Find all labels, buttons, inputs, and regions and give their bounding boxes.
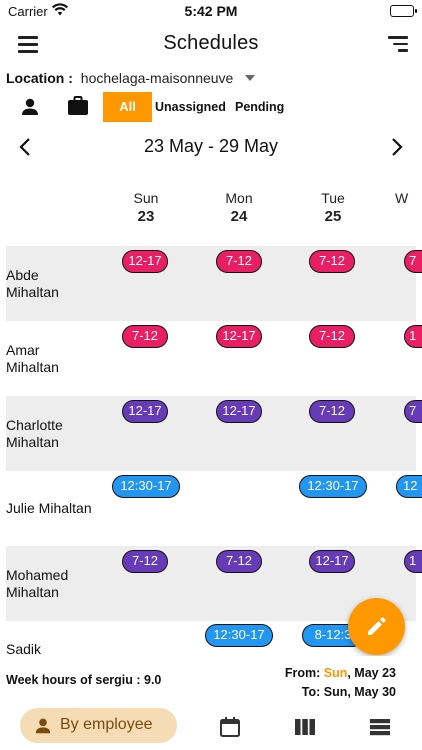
day-header: Tue 25 [303, 190, 363, 225]
person-icon [35, 718, 51, 734]
to-date: To: Sun, May 30 [301, 685, 396, 699]
from-date: From: Sun, May 23 [284, 666, 396, 680]
location-value[interactable]: hochelaga-maisonneuve [81, 70, 234, 86]
shift-chip[interactable]: 7 [404, 250, 422, 273]
shift-chip[interactable]: 12-17 [122, 250, 168, 273]
filter-pending-button[interactable]: Pending [235, 100, 284, 114]
employee-row: Julie Mihaltan 12:30-17 12:30-17 12 [6, 471, 422, 546]
app-bar: Schedules [0, 26, 422, 64]
employee-name[interactable]: Amar Mihaltan [6, 321, 106, 396]
day-number: 25 [324, 208, 342, 225]
employee-row: Abde Mihaltan 12-17 7-12 7-12 7 [6, 246, 422, 321]
shift-chip[interactable]: 7-12 [122, 325, 168, 348]
week-range: 23 May - 29 May [143, 136, 279, 156]
employee-name[interactable]: Julie Mihaltan [6, 471, 106, 546]
shift-chip[interactable]: 7-12 [216, 250, 262, 273]
day-number: 23 [137, 208, 155, 225]
day-name: Sun [133, 190, 159, 206]
sort-icon[interactable] [386, 36, 408, 52]
by-employee-button[interactable]: By employee [20, 708, 177, 743]
shift-chip[interactable]: 7-12 [309, 400, 355, 423]
columns-icon[interactable] [294, 718, 316, 741]
shift-chip[interactable]: 12:30-17 [299, 475, 367, 498]
by-employee-label: By employee [60, 716, 153, 733]
shift-chip[interactable]: 7-12 [216, 550, 262, 573]
filter-bar: All Unassigned Pending [0, 92, 422, 122]
employee-row: Amar Mihaltan 7-12 12-17 7-12 1 [6, 321, 422, 396]
day-header: Mon 24 [209, 190, 269, 225]
employee-name[interactable]: Abde Mihaltan [6, 246, 106, 321]
employee-name[interactable]: Charlotte Mihaltan [6, 396, 106, 471]
clock: 5:42 PM [184, 3, 238, 19]
pencil-icon [368, 617, 386, 635]
shift-chip[interactable]: 12-17 [216, 400, 262, 423]
day-name: Mon [225, 190, 253, 206]
day-header: W [395, 190, 422, 206]
shift-chip[interactable]: 7-12 [309, 250, 355, 273]
briefcase-icon[interactable] [67, 96, 89, 116]
edit-fab-button[interactable] [348, 598, 405, 655]
bottom-nav: By employee [0, 706, 422, 750]
employee-name[interactable]: Sadik [6, 639, 106, 657]
shift-chip[interactable]: 12:30-17 [112, 475, 180, 498]
dropdown-caret-icon[interactable] [245, 75, 256, 81]
week-hours: Week hours of sergiu : 9.0 [6, 673, 162, 687]
shift-chip[interactable]: 7-12 [309, 325, 355, 348]
shift-chip[interactable]: 12:30-17 [205, 624, 273, 647]
shift-chip[interactable]: 12-17 [309, 550, 355, 573]
battery-icon [390, 5, 417, 17]
day-name: W [395, 190, 409, 206]
day-header: Sun 23 [116, 190, 176, 225]
day-number: 24 [230, 208, 248, 225]
shift-chip[interactable]: 12 [396, 475, 422, 498]
rows-icon[interactable] [369, 718, 391, 741]
week-navigator: 23 May - 29 May [0, 132, 422, 162]
shift-chip[interactable]: 1 [404, 550, 422, 573]
week-summary: Week hours of sergiu : 9.0 From: Sun, Ma… [0, 656, 422, 706]
filter-all-button[interactable]: All [103, 92, 152, 122]
filter-unassigned-button[interactable]: Unassigned [155, 100, 226, 114]
calendar-icon[interactable] [219, 716, 241, 743]
shift-chip[interactable]: 7-12 [122, 550, 168, 573]
employee-name[interactable]: Mohamed Mihaltan [6, 546, 106, 621]
shift-chip[interactable]: 1 [404, 325, 422, 348]
status-bar: Carrier 5:42 PM [0, 0, 422, 24]
person-icon[interactable] [20, 97, 40, 117]
location-label: Location : [6, 70, 73, 86]
shift-chip[interactable]: 12-17 [122, 400, 168, 423]
page-title: Schedules [163, 32, 259, 54]
shift-chip[interactable]: 7 [404, 400, 422, 423]
day-name: Tue [321, 190, 345, 206]
employee-row: Charlotte Mihaltan 12-17 12-17 7-12 7 [6, 396, 422, 471]
shift-chip[interactable]: 12-17 [216, 325, 262, 348]
chevron-right-icon[interactable] [386, 137, 406, 157]
location-selector[interactable]: Location : hochelaga-maisonneuve [6, 70, 256, 86]
